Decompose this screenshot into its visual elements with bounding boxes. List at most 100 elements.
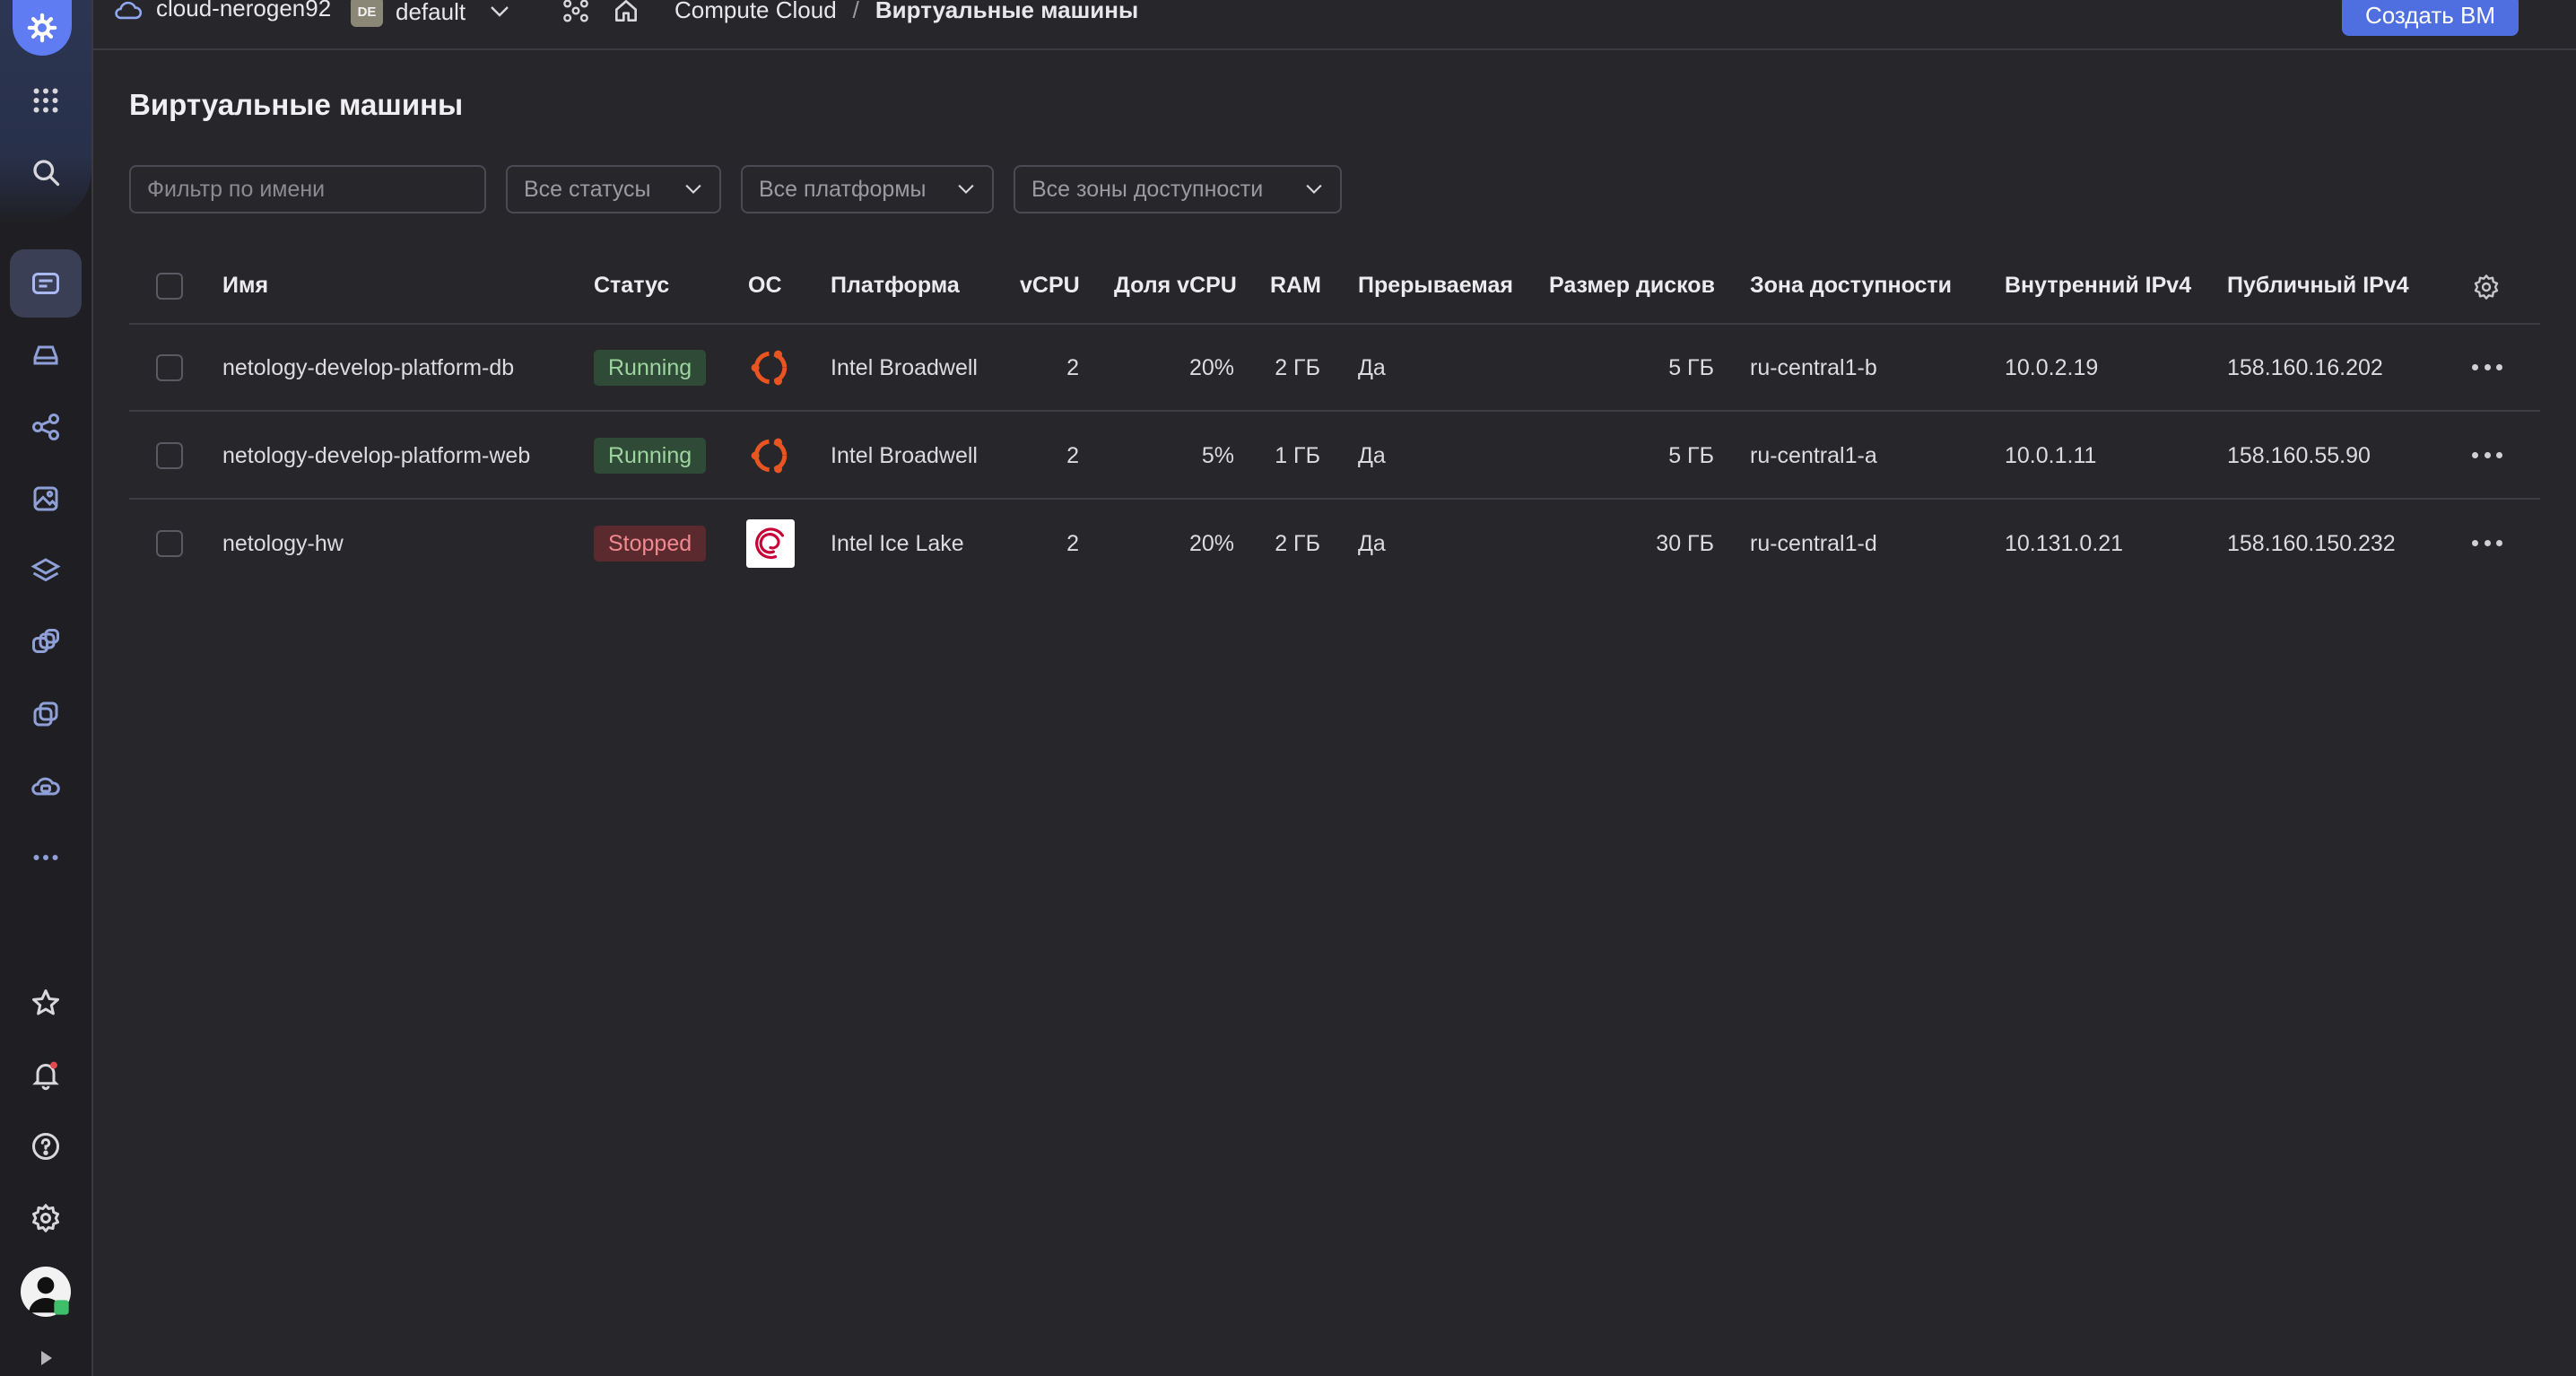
search-icon[interactable] (10, 138, 82, 206)
breadcrumb-compute-cloud[interactable]: Compute Cloud (674, 0, 837, 24)
public-ip-cell: 158.160.16.202 (2227, 355, 2383, 380)
status-select[interactable]: Все статусы (506, 165, 721, 213)
service-map-icon[interactable] (561, 0, 590, 31)
vm-name-link[interactable]: netology-develop-platform-db (222, 355, 514, 381)
breadcrumb-separator: / (852, 0, 859, 23)
user-avatar[interactable] (10, 1258, 82, 1326)
ram-cell: 2 ГБ (1275, 531, 1320, 556)
status-badge: Running (594, 350, 707, 386)
public-ip-cell: 158.160.55.90 (2227, 443, 2371, 468)
folder-selector[interactable]: DE default (351, 0, 510, 27)
row-actions-more-icon[interactable] (2472, 538, 2502, 547)
internal-ip-cell: 10.0.2.19 (2005, 355, 2099, 380)
disk-size-cell: 5 ГБ (1668, 443, 1714, 468)
row-divider (129, 498, 2540, 500)
row-actions-more-icon[interactable] (2472, 362, 2502, 371)
row-checkbox[interactable] (156, 530, 183, 557)
zone-cell: ru-central1-a (1750, 443, 1877, 468)
platform-cell: Intel Broadwell (831, 443, 978, 468)
row-actions-more-icon[interactable] (2472, 450, 2502, 459)
row-checkbox[interactable] (156, 442, 183, 469)
preemptible-cell: Да (1358, 443, 1386, 468)
col-header-preemptible[interactable]: Прерываемая (1358, 273, 1513, 299)
disk-size-cell: 5 ГБ (1668, 355, 1714, 380)
expand-panel-icon[interactable] (10, 1340, 82, 1376)
internal-ip-cell: 10.0.1.11 (2005, 443, 2097, 468)
ubuntu-os-icon (751, 438, 788, 474)
compute-icon[interactable] (10, 249, 82, 318)
name-filter-input[interactable] (129, 165, 486, 213)
column-settings-gear-icon[interactable] (2472, 273, 2501, 301)
col-header-vcpu[interactable]: vCPU (1020, 273, 1080, 299)
help-icon[interactable] (10, 1112, 82, 1180)
ubuntu-os-icon (751, 350, 788, 386)
chevron-down-icon (685, 184, 701, 194)
image-icon[interactable] (10, 465, 82, 533)
public-ip-cell: 158.160.150.232 (2227, 531, 2396, 556)
status-badge: Stopped (594, 526, 707, 562)
row-divider (129, 410, 2540, 412)
vcpu-cell: 2 (1066, 443, 1079, 468)
platform-cell: Intel Ice Lake (831, 531, 964, 556)
internal-ip-cell: 10.131.0.21 (2005, 531, 2124, 556)
instance-groups-icon[interactable] (10, 608, 82, 676)
breadcrumb-current: Виртуальные машины (875, 0, 1139, 23)
platform-select[interactable]: Все платформы (741, 165, 994, 213)
col-header-platform[interactable]: Платформа (831, 273, 960, 299)
status-badge: Running (594, 438, 707, 474)
services-grid-icon[interactable] (10, 66, 82, 135)
home-icon[interactable] (612, 0, 640, 31)
ram-cell: 1 ГБ (1275, 443, 1320, 468)
layers-icon[interactable] (10, 536, 82, 605)
snapshots-icon[interactable] (10, 680, 82, 748)
chevron-down-icon (1306, 184, 1322, 194)
chevron-down-icon (958, 184, 974, 194)
zone-select-value: Все зоны доступности (1031, 176, 1264, 202)
select-all-checkbox[interactable] (156, 273, 183, 300)
cloud-name: cloud-nerogen92 (156, 0, 332, 22)
col-header-public-ip[interactable]: Публичный IPv4 (2227, 273, 2409, 299)
status-select-value: Все статусы (524, 176, 651, 202)
page-title: Виртуальные машины (129, 88, 464, 121)
disk-size-cell: 30 ГБ (1656, 531, 1714, 556)
vm-name-link[interactable]: netology-develop-platform-web (222, 443, 530, 469)
more-icon[interactable] (10, 823, 82, 892)
col-header-zone[interactable]: Зона доступности (1750, 273, 1952, 299)
notifications-bell-icon[interactable] (10, 1041, 82, 1109)
vm-name-link[interactable]: netology-hw (222, 531, 344, 557)
zone-cell: ru-central1-b (1750, 355, 1877, 380)
folder-badge: DE (351, 0, 383, 27)
vcpu-cell: 2 (1066, 531, 1079, 556)
network-icon[interactable] (10, 393, 82, 461)
col-header-vcpu-share[interactable]: Доля vCPU (1114, 273, 1237, 299)
ram-cell: 2 ГБ (1275, 355, 1320, 380)
folder-name: default (396, 0, 466, 25)
chevron-down-icon (491, 6, 509, 17)
col-header-status[interactable]: Статус (594, 273, 669, 299)
zone-cell: ru-central1-d (1750, 531, 1877, 556)
top-header: cloud-nerogen92 DE default Compute Cloud… (93, 0, 2576, 50)
cloud-selector[interactable]: cloud-nerogen92 (113, 0, 331, 22)
vcpu-share-cell: 20% (1188, 355, 1234, 380)
cloud-icon (115, 1, 143, 19)
vcpu-cell: 2 (1066, 355, 1079, 380)
col-header-ram[interactable]: RAM (1270, 273, 1321, 299)
preemptible-cell: Да (1358, 355, 1386, 380)
platform-select-value: Все платформы (759, 176, 927, 202)
debian-os-icon (746, 519, 795, 568)
col-header-internal-ip[interactable]: Внутренний IPv4 (2005, 273, 2191, 299)
preemptible-cell: Да (1358, 531, 1386, 556)
breadcrumb: Compute Cloud / Виртуальные машины (674, 0, 1138, 24)
cloud-backup-icon[interactable] (10, 752, 82, 820)
col-header-disk-size[interactable]: Размер дисков (1549, 273, 1715, 299)
create-vm-button[interactable]: Создать ВМ (2341, 0, 2519, 36)
disk-icon[interactable] (10, 321, 82, 389)
col-header-name[interactable]: Имя (222, 273, 268, 299)
col-header-os[interactable]: ОС (748, 273, 782, 299)
zone-select[interactable]: Все зоны доступности (1014, 165, 1342, 213)
favorites-star-icon[interactable] (10, 969, 82, 1037)
row-checkbox[interactable] (156, 354, 183, 381)
settings-gear-icon[interactable] (10, 1184, 82, 1252)
vcpu-share-cell: 20% (1188, 531, 1234, 556)
platform-cell: Intel Broadwell (831, 355, 978, 380)
